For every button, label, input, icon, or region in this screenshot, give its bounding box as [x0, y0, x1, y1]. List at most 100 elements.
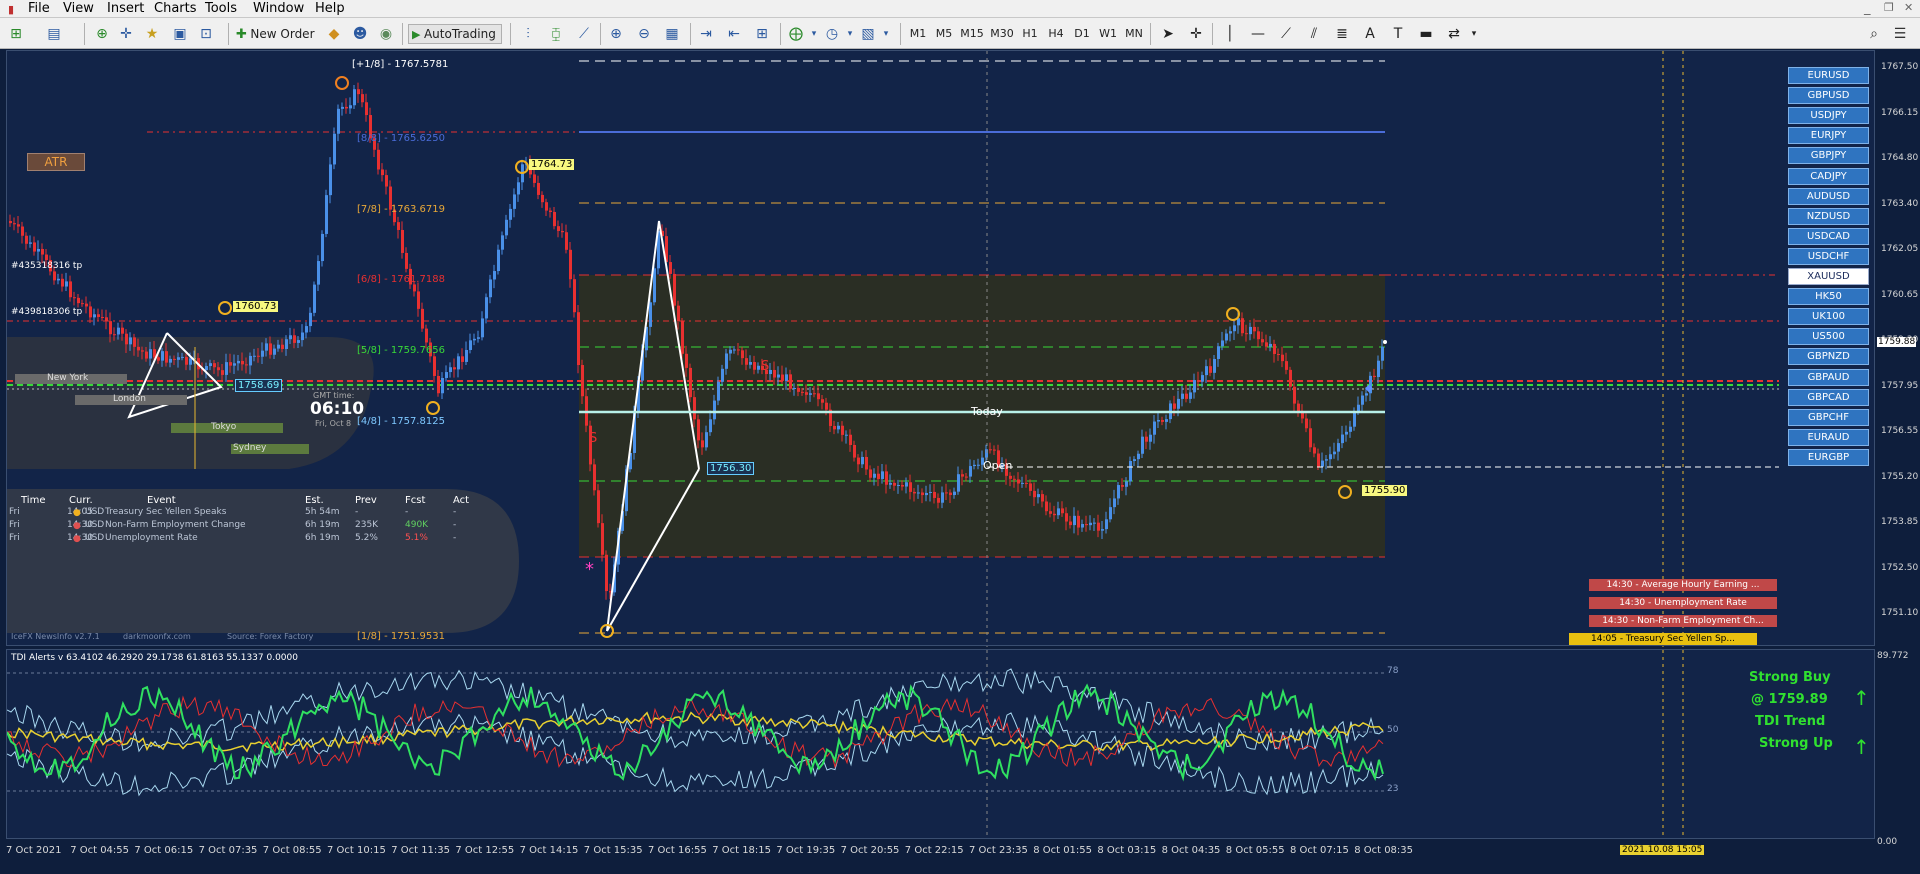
pair-button-audusd[interactable]: AUDUSD — [1788, 187, 1869, 205]
price-chart[interactable]: * ◆ [+1/8] - 1767.5781 [8/8] - 1765.6250… — [6, 50, 1875, 647]
tf-h4-button[interactable]: H4 — [1044, 24, 1068, 44]
text-icon[interactable]: A — [1360, 24, 1380, 44]
grid-icon[interactable]: ⊞ — [752, 24, 772, 44]
candle-body — [437, 375, 440, 394]
news-cell: USD — [85, 533, 105, 543]
pair-button-gbpaud[interactable]: GBPAUD — [1788, 368, 1869, 386]
tile-windows-icon[interactable]: ▦ — [662, 24, 682, 44]
chevron-down-icon[interactable]: ▾ — [804, 24, 824, 44]
pair-button-eurgbp[interactable]: EURGBP — [1788, 448, 1869, 466]
pair-button-gbpchf[interactable]: GBPCHF — [1788, 408, 1869, 426]
data-window-icon[interactable]: ✛ — [116, 24, 136, 44]
templates-icon[interactable]: ▧ — [858, 24, 878, 44]
navigator-icon[interactable]: ★ — [142, 24, 162, 44]
chevron-down-icon[interactable]: ▾ — [840, 24, 860, 44]
arrows-icon[interactable]: ⇄ — [1444, 24, 1464, 44]
minimize-icon[interactable]: _ — [1864, 1, 1871, 16]
candlestick-icon[interactable]: ⧮ — [546, 24, 566, 44]
fibonacci-icon[interactable]: ≣ — [1332, 24, 1352, 44]
close-icon[interactable]: ✕ — [1904, 1, 1913, 14]
pair-button-eurjpy[interactable]: EURJPY — [1788, 127, 1869, 145]
menu-view[interactable]: View — [63, 1, 94, 16]
pair-button-hk50[interactable]: HK50 — [1788, 288, 1869, 306]
terminal-icon[interactable]: ▣ — [170, 24, 190, 44]
toolbar-separator — [510, 23, 511, 45]
pair-button-euraud[interactable]: EURAUD — [1788, 428, 1869, 446]
chat-icon[interactable]: ☰ — [1890, 24, 1910, 44]
trendline-icon[interactable]: ⟋ — [1276, 24, 1296, 44]
tf-m30-button[interactable]: M30 — [988, 24, 1016, 44]
indicators-icon[interactable]: ⨁ — [786, 24, 806, 44]
candle-body — [441, 378, 444, 394]
zoom-out-icon[interactable]: ⊖ — [634, 24, 654, 44]
zoom-in-icon[interactable]: ⊕ — [606, 24, 626, 44]
pair-button-uk100[interactable]: UK100 — [1788, 308, 1869, 326]
shapes-icon[interactable]: ▬ — [1416, 24, 1436, 44]
candle-body — [1361, 395, 1364, 405]
candle-body — [177, 357, 180, 360]
autotrading-icon: ▶ — [412, 28, 421, 41]
search-icon[interactable]: ⌕ — [1864, 24, 1884, 44]
time-axis[interactable]: 7 Oct 2021 7 Oct 04:55 7 Oct 06:15 7 Oct 07… — [0, 839, 1875, 874]
pair-button-eurusd[interactable]: EURUSD — [1788, 67, 1869, 84]
pair-button-usdchf[interactable]: USDCHF — [1788, 247, 1869, 265]
tf-d1-button[interactable]: D1 — [1070, 24, 1094, 44]
pair-button-gbpjpy[interactable]: GBPJPY — [1788, 147, 1869, 165]
signals-icon[interactable]: ☻ — [350, 24, 370, 44]
pair-button-usdjpy[interactable]: USDJPY — [1788, 107, 1869, 125]
menu-file[interactable]: File — [28, 1, 50, 16]
pair-button-gbpcad[interactable]: GBPCAD — [1788, 388, 1869, 406]
tf-m15-button[interactable]: M15 — [958, 24, 986, 44]
candle-body — [745, 358, 748, 365]
chart-shift-icon[interactable]: ⇥ — [696, 24, 716, 44]
pair-button-usdcad[interactable]: USDCAD — [1788, 227, 1869, 245]
metaeditor-icon[interactable]: ◆ — [324, 24, 344, 44]
text-label-icon[interactable]: T — [1388, 24, 1408, 44]
new-chart-icon[interactable]: ⊞ — [6, 24, 26, 44]
chevron-down-icon[interactable]: ▾ — [1464, 24, 1484, 44]
atr-button[interactable]: ATR — [27, 153, 85, 171]
tf-mn-button[interactable]: MN — [1122, 24, 1146, 44]
profiles-icon[interactable]: ▤ — [44, 24, 64, 44]
horizontal-line-icon[interactable]: — — [1248, 24, 1268, 44]
chevron-down-icon[interactable]: ▾ — [876, 24, 896, 44]
pair-button-gbpusd[interactable]: GBPUSD — [1788, 87, 1869, 105]
menu-help[interactable]: Help — [315, 1, 345, 16]
autotrading-button[interactable]: ▶ AutoTrading — [408, 24, 502, 44]
cursor-icon[interactable]: ➤ — [1158, 24, 1178, 44]
crosshair-icon[interactable]: ✛ — [1186, 24, 1206, 44]
news-alert[interactable]: 14:30 - Non-Farm Employment Ch... — [1589, 615, 1777, 627]
new-order-button[interactable]: ✚ New Order — [236, 24, 320, 44]
autoscroll-icon[interactable]: ⇤ — [724, 24, 744, 44]
tf-h1-button[interactable]: H1 — [1018, 24, 1042, 44]
vertical-line-icon[interactable]: │ — [1220, 24, 1240, 44]
news-alert[interactable]: 14:30 - Unemployment Rate — [1589, 597, 1777, 609]
restore-icon[interactable]: ❐ — [1884, 1, 1894, 14]
pair-button-cadjpy[interactable]: CADJPY — [1788, 167, 1869, 185]
tf-m5-button[interactable]: M5 — [932, 24, 956, 44]
bar-chart-icon[interactable]: ⫶ — [518, 24, 538, 44]
market-watch-icon[interactable]: ⊕ — [92, 24, 112, 44]
news-alert[interactable]: 14:30 - Average Hourly Earning ... — [1589, 579, 1777, 591]
pair-button-xauusd[interactable]: XAUUSD — [1788, 268, 1869, 285]
tf-w1-button[interactable]: W1 — [1096, 24, 1120, 44]
pair-button-nzdusd[interactable]: NZDUSD — [1788, 207, 1869, 225]
menu-charts[interactable]: Charts — [154, 1, 197, 16]
price-axis[interactable]: 1767.50 1766.15 1764.80 1763.40 1762.05 1760.… — [1875, 50, 1920, 870]
news-alert[interactable]: 14:05 - Treasury Sec Yellen Sp... — [1569, 633, 1757, 645]
pair-button-gbpnzd[interactable]: GBPNZD — [1788, 348, 1869, 366]
news-cell: - — [453, 533, 457, 543]
candle-body — [161, 351, 164, 361]
menu-insert[interactable]: Insert — [107, 1, 144, 16]
menu-window[interactable]: Window — [253, 1, 304, 16]
tdi-indicator-pane[interactable]: ↑ ↑ TDI Alerts v 63.4102 46.2920 29.1738… — [6, 649, 1875, 840]
candle-body — [281, 344, 284, 349]
tf-m1-button[interactable]: M1 — [906, 24, 930, 44]
periods-icon[interactable]: ◷ — [822, 24, 842, 44]
strategy-tester-icon[interactable]: ⊡ — [196, 24, 216, 44]
pair-button-us500[interactable]: US500 — [1788, 328, 1869, 346]
channel-icon[interactable]: ⫽ — [1304, 24, 1324, 44]
menu-tools[interactable]: Tools — [205, 1, 237, 16]
line-chart-icon[interactable]: ⟋ — [574, 24, 594, 44]
market-icon[interactable]: ◉ — [376, 24, 396, 44]
